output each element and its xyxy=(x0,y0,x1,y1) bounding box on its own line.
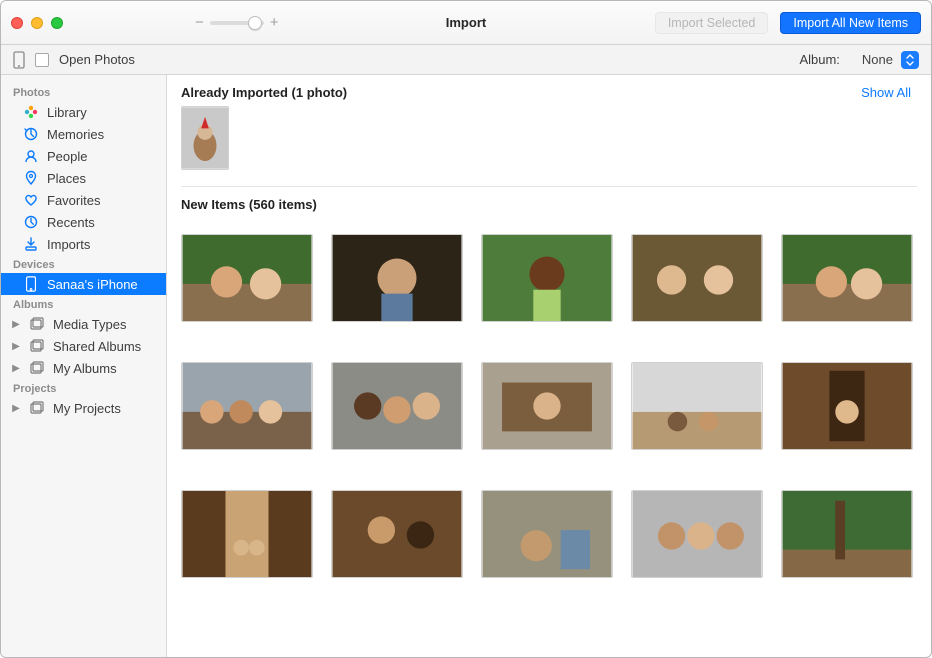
sidebar-item-label: My Projects xyxy=(53,401,121,416)
thumbnail[interactable] xyxy=(481,234,613,322)
download-icon xyxy=(23,236,39,252)
import-all-button[interactable]: Import All New Items xyxy=(780,12,921,34)
sidebar-group-projects: Projects xyxy=(1,379,166,397)
people-icon xyxy=(23,148,39,164)
photos-app-icon xyxy=(23,104,39,120)
minimize-window-button[interactable] xyxy=(31,17,43,29)
clock-icon xyxy=(23,214,39,230)
sidebar-item-favorites[interactable]: Favorites xyxy=(1,189,166,211)
memories-icon xyxy=(23,126,39,142)
open-photos-checkbox[interactable] xyxy=(35,53,49,67)
sidebar-item-label: People xyxy=(47,149,87,164)
section-title: Already Imported (1 photo) xyxy=(181,85,347,100)
sidebar-item-my-projects[interactable]: ▶ My Projects xyxy=(1,397,166,419)
new-items-header: New Items (560 items) xyxy=(167,187,931,218)
thumbnail[interactable] xyxy=(181,234,313,322)
zoom-slider-knob[interactable] xyxy=(248,16,262,30)
open-photos-label: Open Photos xyxy=(59,52,135,67)
show-all-link[interactable]: Show All xyxy=(861,85,911,100)
thumbnail[interactable] xyxy=(781,234,913,322)
chevron-right-icon: ▶ xyxy=(11,341,21,352)
device-icon xyxy=(13,51,25,69)
thumbnail[interactable] xyxy=(331,490,463,578)
sidebar-item-imports[interactable]: Imports xyxy=(1,233,166,255)
heart-icon xyxy=(23,192,39,208)
sidebar-item-label: Sanaa's iPhone xyxy=(47,277,138,292)
sidebar-item-people[interactable]: People xyxy=(1,145,166,167)
sidebar-item-library[interactable]: Library xyxy=(1,101,166,123)
places-icon xyxy=(23,170,39,186)
album-select-value: None xyxy=(856,52,901,67)
thumbnail[interactable] xyxy=(631,234,763,322)
sidebar-item-recents[interactable]: Recents xyxy=(1,211,166,233)
thumbnail[interactable] xyxy=(481,362,613,450)
import-subbar: Open Photos Album: None xyxy=(1,45,931,75)
thumbnail[interactable] xyxy=(631,490,763,578)
sidebar-item-label: Library xyxy=(47,105,87,120)
photos-window: − + Import Import Selected Import All Ne… xyxy=(0,0,932,658)
thumbnail-zoom: − + xyxy=(195,15,279,30)
album-select[interactable]: None xyxy=(856,50,919,70)
sidebar-group-devices: Devices xyxy=(1,255,166,273)
thumbnail[interactable] xyxy=(331,234,463,322)
section-title: New Items (560 items) xyxy=(181,197,317,212)
sidebar-item-label: Media Types xyxy=(53,317,126,332)
new-items-grid xyxy=(167,218,931,578)
titlebar: − + Import Import Selected Import All Ne… xyxy=(1,1,931,45)
album-icon xyxy=(29,360,45,376)
thumbnail[interactable] xyxy=(481,490,613,578)
zoom-window-button[interactable] xyxy=(51,17,63,29)
import-selected-button[interactable]: Import Selected xyxy=(655,12,769,34)
album-icon xyxy=(29,400,45,416)
sidebar-item-my-albums[interactable]: ▶ My Albums xyxy=(1,357,166,379)
import-main: Already Imported (1 photo) Show All New … xyxy=(167,75,931,657)
sidebar-item-label: My Albums xyxy=(53,361,117,376)
thumbnail[interactable] xyxy=(181,490,313,578)
thumbnail[interactable] xyxy=(181,362,313,450)
thumbnail[interactable] xyxy=(181,106,229,170)
traffic-lights xyxy=(11,17,63,29)
album-icon xyxy=(29,338,45,354)
sidebar-item-label: Recents xyxy=(47,215,95,230)
iphone-icon xyxy=(23,276,39,292)
sidebar-item-device[interactable]: Sanaa's iPhone xyxy=(1,273,166,295)
thumbnail[interactable] xyxy=(631,362,763,450)
chevron-right-icon: ▶ xyxy=(11,403,21,414)
sidebar-item-memories[interactable]: Memories xyxy=(1,123,166,145)
already-imported-thumbs xyxy=(167,106,931,186)
thumbnail[interactable] xyxy=(781,362,913,450)
sidebar-item-places[interactable]: Places xyxy=(1,167,166,189)
sidebar: Photos Library Memories People Places Fa… xyxy=(1,75,167,657)
sidebar-group-albums: Albums xyxy=(1,295,166,313)
sidebar-item-label: Shared Albums xyxy=(53,339,141,354)
chevron-right-icon: ▶ xyxy=(11,363,21,374)
album-select-arrow xyxy=(901,51,919,69)
zoom-in-button[interactable]: + xyxy=(270,15,279,30)
album-field-label: Album: xyxy=(799,52,839,67)
zoom-slider[interactable] xyxy=(210,21,264,25)
sidebar-group-photos: Photos xyxy=(1,83,166,101)
album-icon xyxy=(29,316,45,332)
already-imported-header: Already Imported (1 photo) Show All xyxy=(167,75,931,106)
sidebar-item-shared-albums[interactable]: ▶ Shared Albums xyxy=(1,335,166,357)
sidebar-item-label: Places xyxy=(47,171,86,186)
thumbnail[interactable] xyxy=(781,490,913,578)
sidebar-item-label: Memories xyxy=(47,127,104,142)
thumbnail[interactable] xyxy=(331,362,463,450)
sidebar-item-label: Imports xyxy=(47,237,90,252)
close-window-button[interactable] xyxy=(11,17,23,29)
chevron-right-icon: ▶ xyxy=(11,319,21,330)
sidebar-item-media-types[interactable]: ▶ Media Types xyxy=(1,313,166,335)
sidebar-item-label: Favorites xyxy=(47,193,100,208)
zoom-out-button[interactable]: − xyxy=(195,15,204,30)
